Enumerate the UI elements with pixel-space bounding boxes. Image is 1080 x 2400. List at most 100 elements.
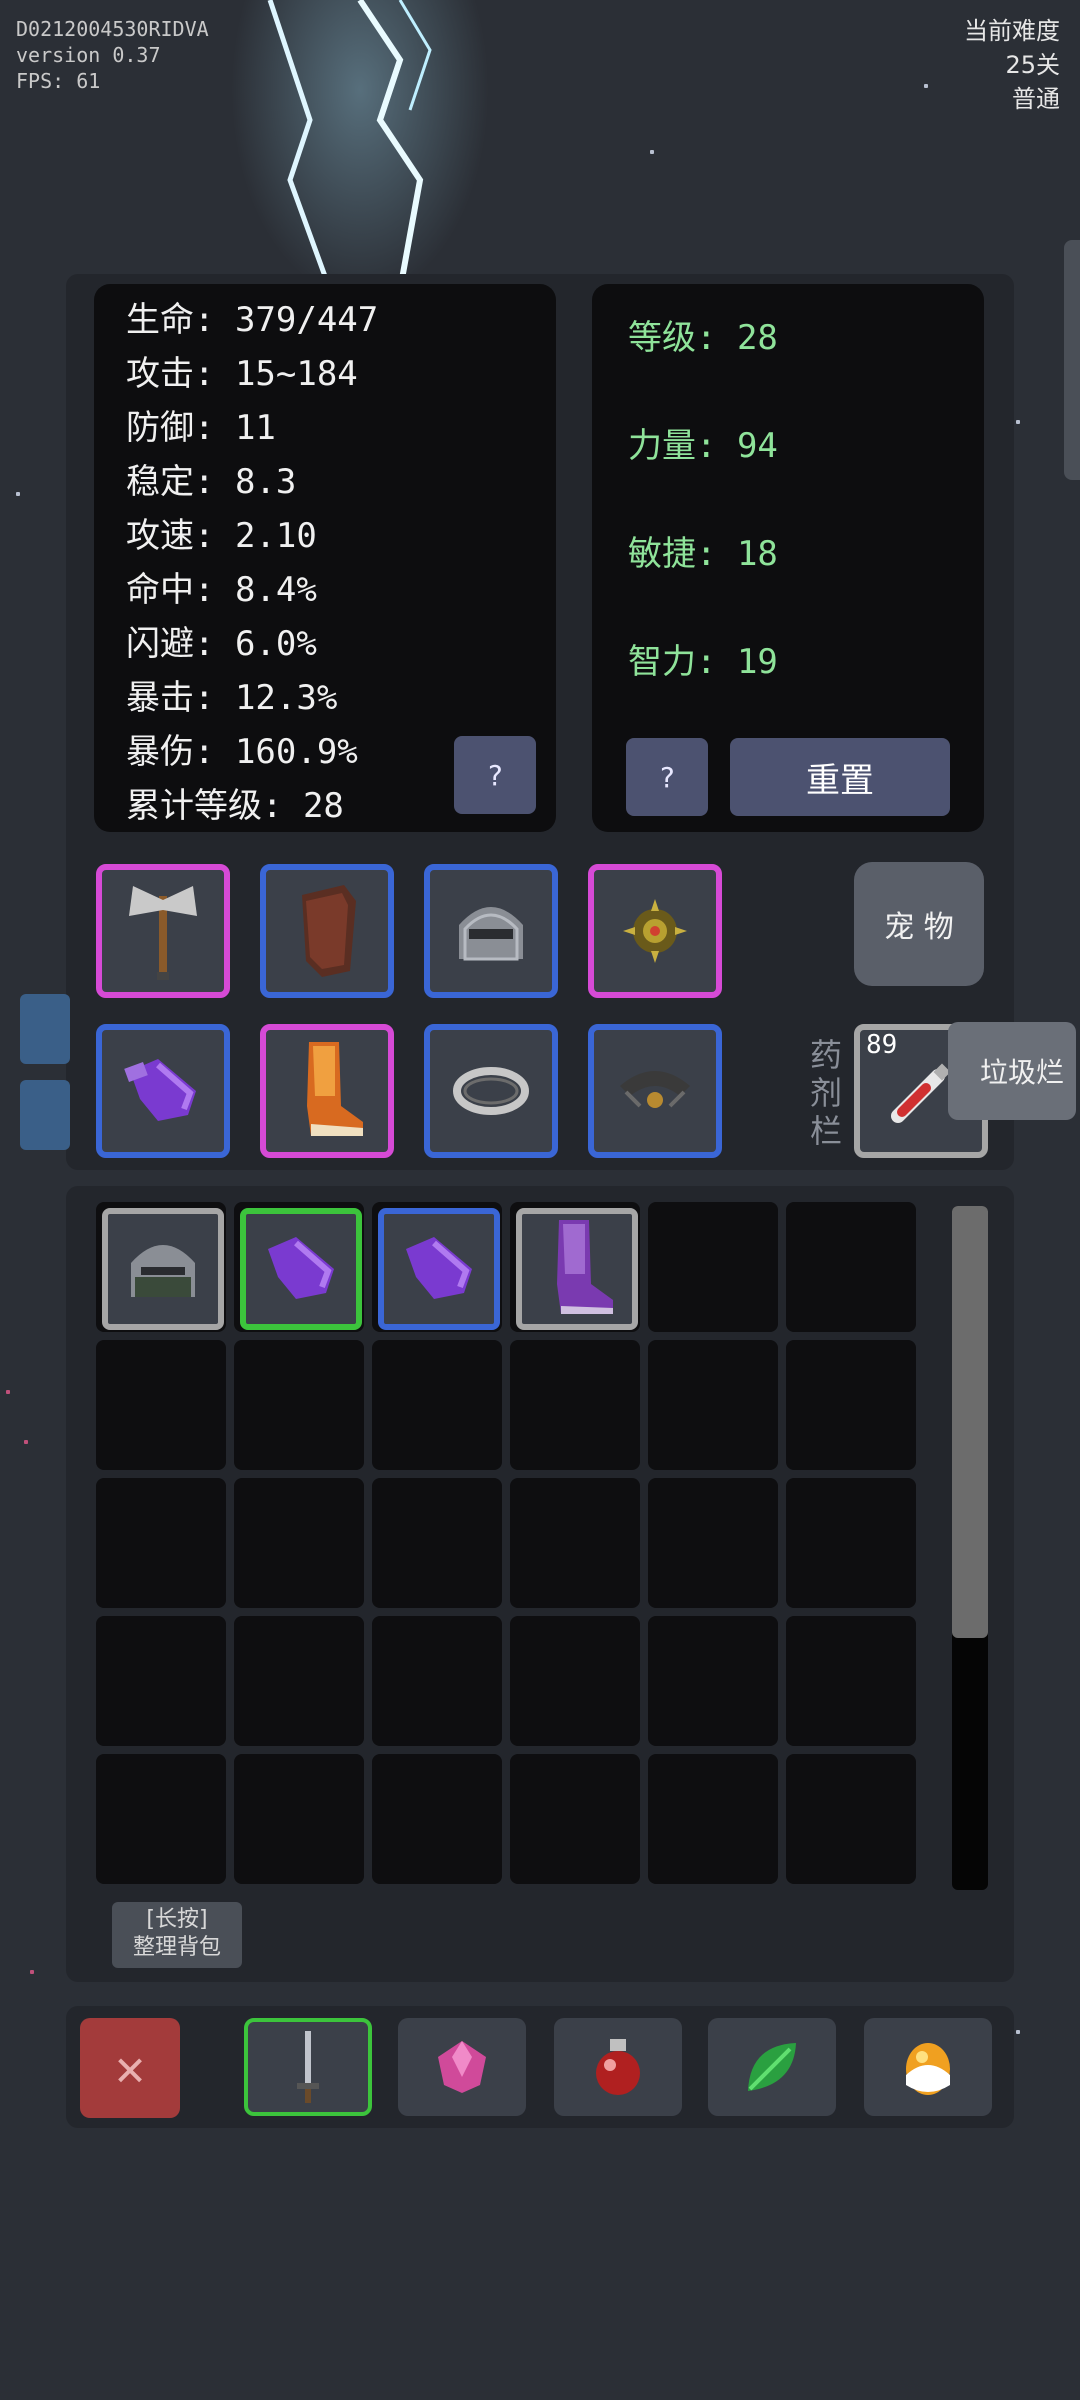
inventory-cell[interactable] xyxy=(786,1202,916,1332)
stat-crit-damage: 暴伤: 160.9% xyxy=(126,732,358,772)
inventory-item-gloves[interactable] xyxy=(378,1208,500,1330)
equip-slot-gloves[interactable] xyxy=(96,1024,230,1158)
ring-icon xyxy=(453,1067,529,1115)
equip-slot-boots[interactable] xyxy=(260,1024,394,1158)
star-dot xyxy=(30,1970,34,1974)
attr-strength: 力量: 94 xyxy=(628,426,778,466)
inventory-cell[interactable] xyxy=(372,1616,502,1746)
inventory-cell[interactable] xyxy=(786,1340,916,1470)
attr-level: 等级: 28 xyxy=(628,318,778,358)
inventory-cell[interactable] xyxy=(96,1754,226,1884)
inventory-item-gloves[interactable] xyxy=(240,1208,362,1330)
junk-tab[interactable]: 垃圾烂 xyxy=(948,1022,1076,1120)
tab-potions[interactable] xyxy=(554,2018,682,2116)
inventory-cell[interactable] xyxy=(234,1616,364,1746)
inventory-cell[interactable] xyxy=(648,1616,778,1746)
inventory-cell[interactable] xyxy=(510,1754,640,1884)
sword-icon xyxy=(297,2031,319,2103)
equip-slot-amulet[interactable] xyxy=(588,864,722,998)
star-dot xyxy=(1016,2030,1020,2034)
inventory-cell[interactable] xyxy=(372,1478,502,1608)
inventory-cell[interactable] xyxy=(648,1202,778,1332)
equip-slot-weapon[interactable] xyxy=(96,864,230,998)
attr-intellect: 智力: 19 xyxy=(628,642,778,682)
left-tab-item[interactable] xyxy=(20,1080,70,1150)
helmet-icon xyxy=(131,1245,195,1297)
inventory-cell[interactable] xyxy=(510,1616,640,1746)
leaf-icon xyxy=(748,2043,796,2091)
inventory-cell[interactable] xyxy=(648,1340,778,1470)
stat-crit: 暴击: 12.3% xyxy=(126,678,338,718)
device-id: D0212004530RIDVA xyxy=(16,17,209,41)
equip-slot-ring[interactable] xyxy=(424,1024,558,1158)
close-button[interactable]: ✕ xyxy=(80,2018,180,2118)
equip-slot-helmet[interactable] xyxy=(424,864,558,998)
inventory-cell[interactable] xyxy=(234,1340,364,1470)
gloves-icon xyxy=(268,1237,334,1299)
equip-slot-necklace[interactable] xyxy=(588,1024,722,1158)
inventory-cell[interactable] xyxy=(510,1340,640,1470)
inventory-cell[interactable] xyxy=(96,1340,226,1470)
axe-icon xyxy=(129,886,197,980)
difficulty-display: 当前难度 25关 普通 xyxy=(964,14,1060,116)
potion-bar-label: 药剂栏 xyxy=(809,1036,842,1150)
inventory-cell[interactable] xyxy=(786,1754,916,1884)
combat-stats-box: 生命: 379/447 攻击: 15~184 防御: 11 稳定: 8.3 攻速… xyxy=(94,284,556,832)
inventory-cell[interactable] xyxy=(234,1478,364,1608)
amulet-icon xyxy=(623,899,687,963)
star-dot xyxy=(650,150,654,154)
inventory-item-boots[interactable] xyxy=(516,1208,638,1330)
difficulty-title: 当前难度 xyxy=(964,17,1060,45)
left-tab-weapon[interactable] xyxy=(20,994,70,1064)
potion-count: 89 xyxy=(866,1030,898,1060)
lightning-bolt-decoration xyxy=(267,0,432,290)
tab-eggs[interactable] xyxy=(864,2018,992,2116)
star-dot xyxy=(16,492,20,496)
star-dot xyxy=(924,84,928,88)
attributes-box: 等级: 28 力量: 94 敏捷: 18 智力: 19 ? 重置 xyxy=(592,284,984,832)
gloves-icon xyxy=(406,1237,472,1299)
inventory-cell[interactable] xyxy=(234,1754,364,1884)
fps-label: FPS: 61 xyxy=(16,69,101,93)
inventory-cell[interactable] xyxy=(786,1616,916,1746)
star-dot xyxy=(24,1440,28,1444)
reset-button[interactable]: 重置 xyxy=(730,738,950,816)
inventory-cell[interactable] xyxy=(372,1340,502,1470)
inventory-cell[interactable] xyxy=(96,1616,226,1746)
inventory-item-helmet[interactable] xyxy=(102,1208,224,1330)
sort-hint: [长按] xyxy=(146,1907,208,1932)
inventory-cell[interactable] xyxy=(510,1478,640,1608)
tab-gems[interactable] xyxy=(398,2018,526,2116)
potion-icon xyxy=(596,2039,640,2095)
inventory-cell[interactable] xyxy=(648,1478,778,1608)
sort-inventory-button[interactable]: [长按] 整理背包 xyxy=(112,1902,242,1968)
gem-icon xyxy=(438,2041,486,2093)
side-drawer-handle[interactable] xyxy=(1064,240,1080,480)
difficulty-level: 25关 xyxy=(1005,51,1060,79)
necklace-icon xyxy=(620,1071,690,1108)
inventory-cell[interactable] xyxy=(96,1478,226,1608)
stats-help-button[interactable]: ? xyxy=(454,736,536,814)
stat-dodge: 闪避: 6.0% xyxy=(126,624,317,664)
stat-hit: 命中: 8.4% xyxy=(126,570,317,610)
stat-attack: 攻击: 15~184 xyxy=(126,354,358,394)
stat-defense: 防御: 11 xyxy=(126,408,276,448)
inventory-cell[interactable] xyxy=(648,1754,778,1884)
tab-materials[interactable] xyxy=(708,2018,836,2116)
attr-agility: 敏捷: 18 xyxy=(628,534,778,574)
egg-icon xyxy=(906,2043,950,2095)
gloves-icon xyxy=(124,1059,196,1121)
attributes-help-button[interactable]: ? xyxy=(626,738,708,816)
difficulty-mode: 普通 xyxy=(1012,85,1060,113)
equip-slot-armor[interactable] xyxy=(260,864,394,998)
stat-hp: 生命: 379/447 xyxy=(126,300,379,340)
sort-label: 整理背包 xyxy=(132,1935,221,1960)
helmet-icon xyxy=(459,907,523,961)
tab-weapons[interactable] xyxy=(244,2018,372,2116)
inventory-scroll-thumb[interactable] xyxy=(952,1206,988,1638)
boots-icon xyxy=(307,1042,363,1136)
inventory-cell[interactable] xyxy=(372,1754,502,1884)
inventory-cell[interactable] xyxy=(786,1478,916,1608)
star-dot xyxy=(6,1390,10,1394)
pet-button[interactable]: 宠 物 xyxy=(854,862,984,986)
